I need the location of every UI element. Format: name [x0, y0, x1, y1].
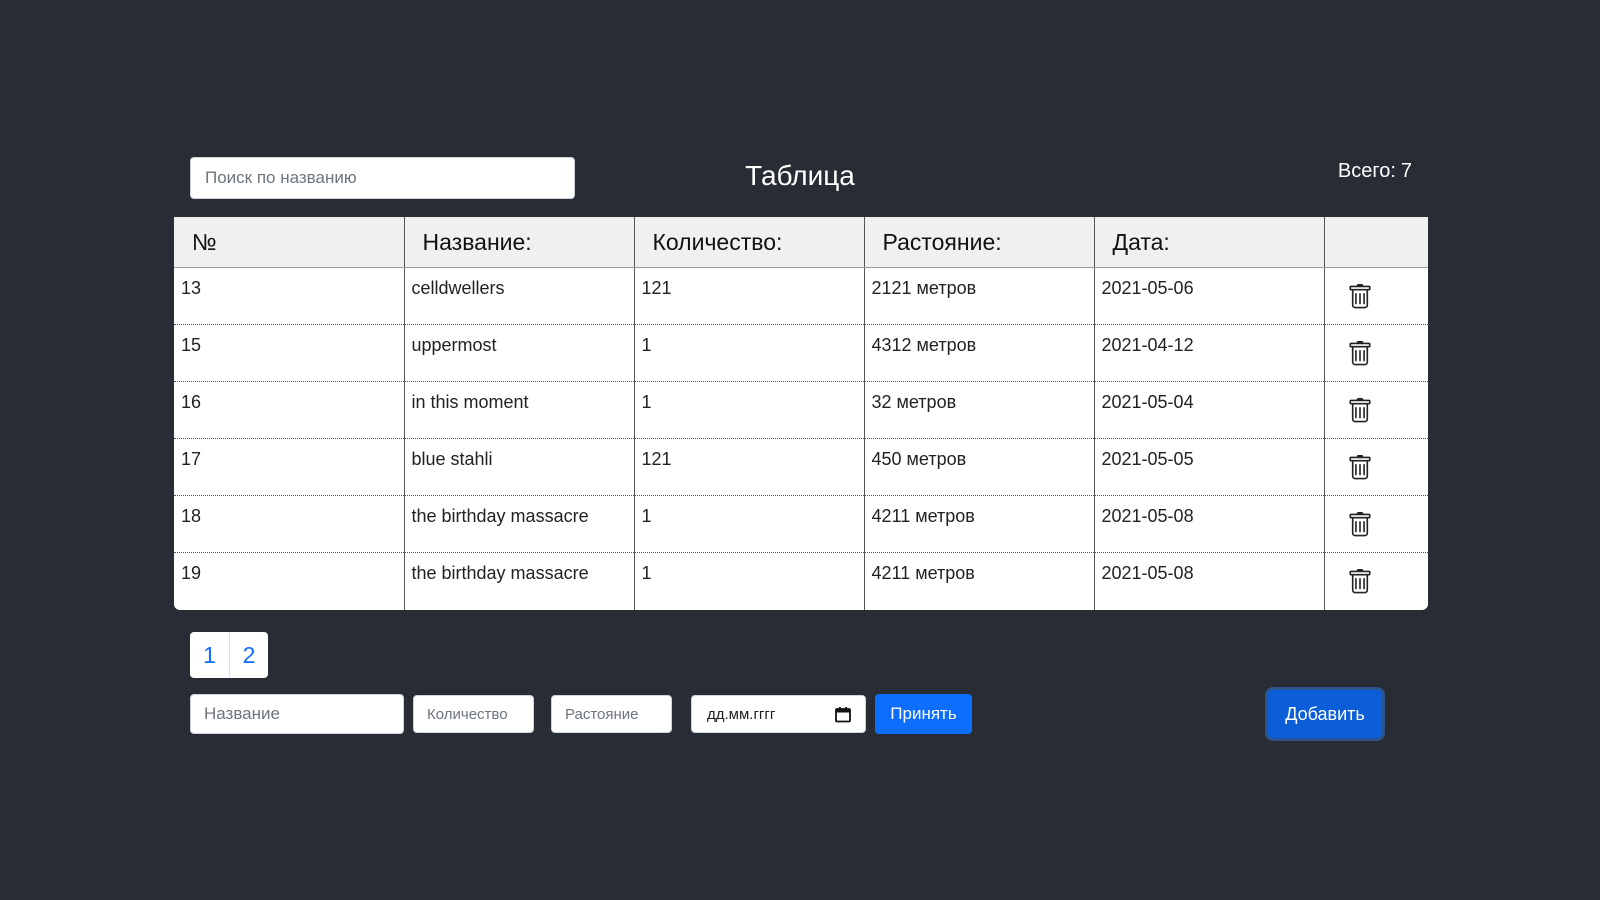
cell-distance: 4312 метров: [864, 324, 1095, 382]
trash-icon[interactable]: [1347, 511, 1373, 539]
cell-name: in this moment: [404, 381, 635, 439]
column-header-name: Название:: [404, 217, 635, 268]
cell-id: 19: [174, 552, 405, 610]
add-button[interactable]: Добавить: [1268, 690, 1382, 738]
page-1-button[interactable]: 1: [190, 632, 229, 678]
cell-actions: [1324, 381, 1428, 439]
cell-id: 15: [174, 324, 405, 382]
table-row: 18 the birthday massacre 1 4211 метров 2…: [174, 495, 1428, 553]
page-2-button[interactable]: 2: [229, 632, 268, 678]
quantity-field[interactable]: [413, 695, 534, 733]
table-row: 15 uppermost 1 4312 метров 2021-04-12: [174, 324, 1428, 382]
cell-date: 2021-05-08: [1094, 495, 1325, 553]
column-header-actions: [1324, 217, 1428, 268]
cell-date: 2021-05-08: [1094, 552, 1325, 610]
accept-button[interactable]: Принять: [875, 694, 972, 734]
column-header-number: №: [174, 217, 405, 268]
cell-distance: 2121 метров: [864, 267, 1095, 325]
cell-id: 17: [174, 438, 405, 496]
table-row: 17 blue stahli 121 450 метров 2021-05-05: [174, 438, 1428, 496]
total-label: Всего:: [1337, 160, 1396, 182]
total-value: 7: [1400, 160, 1412, 182]
cell-actions: [1324, 438, 1428, 496]
cell-actions: [1324, 553, 1428, 610]
cell-quantity: 1: [634, 552, 865, 610]
data-table: № Название: Количество: Растояние: Дата:…: [174, 217, 1428, 610]
name-field[interactable]: [190, 694, 404, 734]
cell-date: 2021-05-04: [1094, 381, 1325, 439]
search-input[interactable]: [190, 157, 575, 199]
trash-icon[interactable]: [1347, 454, 1373, 482]
trash-icon[interactable]: [1347, 568, 1373, 596]
trash-icon[interactable]: [1347, 283, 1373, 311]
table-header-row: № Название: Количество: Растояние: Дата:: [174, 217, 1428, 268]
cell-actions: [1324, 324, 1428, 382]
trash-icon[interactable]: [1347, 397, 1373, 425]
cell-quantity: 121: [634, 438, 865, 496]
cell-date: 2021-05-05: [1094, 438, 1325, 496]
table-row: 16 in this moment 1 32 метров 2021-05-04: [174, 381, 1428, 439]
cell-name: celldwellers: [404, 267, 635, 325]
cell-name: the birthday massacre: [404, 495, 635, 553]
cell-id: 16: [174, 381, 405, 439]
page-title: Таблица: [745, 160, 855, 191]
cell-distance: 4211 метров: [864, 495, 1095, 553]
date-field[interactable]: дд.мм.гггг: [691, 695, 866, 733]
cell-distance: 450 метров: [864, 438, 1095, 496]
cell-distance: 4211 метров: [864, 552, 1095, 610]
cell-id: 13: [174, 267, 405, 325]
cell-actions: [1324, 495, 1428, 553]
cell-quantity: 1: [634, 324, 865, 382]
date-placeholder: дд.мм.гггг: [707, 705, 776, 723]
distance-field[interactable]: [551, 695, 672, 733]
cell-quantity: 1: [634, 381, 865, 439]
cell-name: blue stahli: [404, 438, 635, 496]
column-header-date: Дата:: [1094, 217, 1325, 268]
cell-quantity: 1: [634, 495, 865, 553]
pagination: 1 2: [190, 632, 268, 678]
table-row: 13 celldwellers 121 2121 метров 2021-05-…: [174, 267, 1428, 325]
column-header-distance: Растояние:: [864, 217, 1095, 268]
column-header-quantity: Количество:: [634, 217, 865, 268]
cell-date: 2021-05-06: [1094, 267, 1325, 325]
cell-distance: 32 метров: [864, 381, 1095, 439]
cell-id: 18: [174, 495, 405, 553]
cell-name: the birthday massacre: [404, 552, 635, 610]
total-count: Всего: 7: [1333, 160, 1412, 183]
cell-quantity: 121: [634, 267, 865, 325]
cell-name: uppermost: [404, 324, 635, 382]
page: Таблица Всего:7 № Название: Количество: …: [0, 0, 1600, 900]
trash-icon[interactable]: [1347, 340, 1373, 368]
cell-date: 2021-04-12: [1094, 324, 1325, 382]
table-row: 19 the birthday massacre 1 4211 метров 2…: [174, 552, 1428, 610]
calendar-icon[interactable]: [835, 706, 851, 723]
cell-actions: [1324, 267, 1428, 325]
